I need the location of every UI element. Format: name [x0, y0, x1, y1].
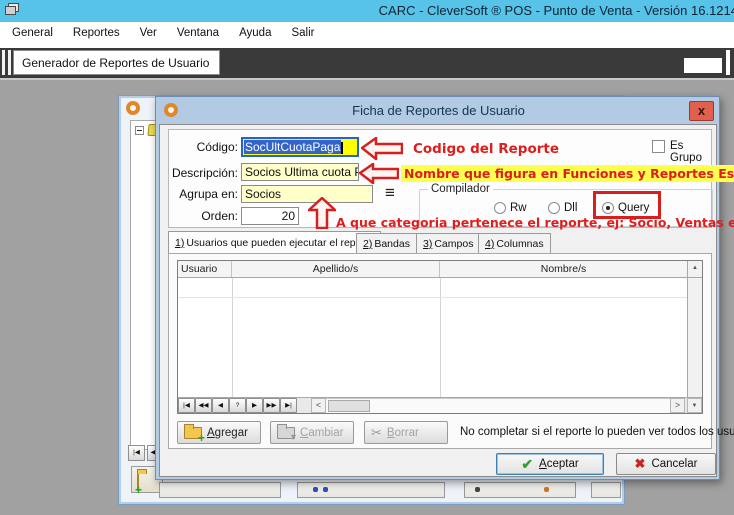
tree-collapse-icon[interactable]: [135, 126, 144, 135]
grid-footer: |◀ ◀◀ ◀ ? ▶ ▶▶ ▶| < > ▼: [178, 397, 702, 413]
scissors-icon: ✂: [371, 425, 382, 441]
descripcion-input[interactable]: Socios Ultima cuota Paga: [241, 163, 359, 181]
screen: CARC - CleverSoft ® POS - Punto de Venta…: [0, 0, 734, 515]
horizontal-scrollbar[interactable]: [326, 398, 670, 413]
menu-salir[interactable]: Salir: [281, 24, 324, 42]
nav-next-page-button[interactable]: ▶▶: [263, 398, 280, 413]
tabstrip-grip: [2, 50, 5, 75]
nav-prev-page-button[interactable]: ◀◀: [195, 398, 212, 413]
bg-icon-fragment: [313, 487, 318, 492]
bg-button-partial[interactable]: [591, 482, 621, 498]
scroll-left-icon[interactable]: <: [311, 398, 326, 413]
agrupa-label: Agrupa en:: [162, 187, 238, 201]
tab-content-panel: Usuario Apellido/s Nombre/s ▲ |◀ ◀◀: [168, 253, 712, 449]
tabstrip-grip: [8, 50, 11, 75]
menubar: General Reportes Ver Ventana Ayuda Salir: [0, 22, 734, 44]
scroll-down-icon[interactable]: ▼: [687, 398, 702, 413]
tabstrip-end-bar: [726, 50, 730, 75]
note-text: No completar si el reporte lo pueden ver…: [460, 426, 734, 438]
dialog-body: Código: SocUltCuotaPaga Descripción: Soc…: [159, 124, 717, 477]
nav-prev-button[interactable]: ◀: [212, 398, 229, 413]
bg-icon-fragment: [323, 487, 328, 492]
window-title: CARC - CleverSoft ® POS - Punto de Venta…: [379, 3, 734, 18]
scroll-right-icon[interactable]: >: [670, 398, 685, 413]
bg-icon-fragment: [475, 487, 480, 492]
orden-input[interactable]: 20: [241, 207, 299, 225]
column-divider: [440, 278, 441, 397]
codigo-label: Código:: [162, 140, 238, 154]
borrar-button[interactable]: ✂ Borrar: [364, 421, 448, 444]
menu-reportes[interactable]: Reportes: [63, 24, 130, 42]
grid-body-empty: [178, 278, 702, 397]
scrollbar-thumb[interactable]: [328, 400, 370, 412]
annotation-arrow-up-icon: [308, 197, 336, 229]
users-grid: Usuario Apellido/s Nombre/s ▲ |◀ ◀◀: [177, 260, 703, 414]
bg-button-partial[interactable]: [159, 482, 281, 498]
cambiar-button[interactable]: ▾ Cambiar: [270, 421, 354, 444]
es-grupo-label: Es Grupo: [670, 140, 716, 164]
column-divider: [232, 278, 233, 397]
row-divider: [178, 297, 687, 298]
mdi-tabstrip: Generador de Reportes de Usuario: [0, 48, 734, 78]
menu-ventana[interactable]: Ventana: [167, 24, 229, 42]
folder-plus-icon: +: [184, 427, 202, 439]
compilador-label: Compilador: [428, 183, 493, 195]
bg-button-partial[interactable]: [464, 482, 576, 498]
es-grupo-checkbox[interactable]: [652, 140, 665, 153]
nav-first-button[interactable]: |◀: [128, 445, 145, 461]
nav-next-button[interactable]: ▶: [246, 398, 263, 413]
column-header-nombre[interactable]: Nombre/s: [440, 261, 687, 277]
tab-bandas[interactable]: 2)Bandas: [356, 233, 417, 253]
selected-text: SocUltCuotaPaga: [244, 140, 341, 154]
text-caret: [341, 142, 343, 154]
annotation-agrupa: A que categoria pertenece el reporte, ej…: [336, 215, 734, 230]
nav-search-button[interactable]: ?: [229, 398, 246, 413]
descripcion-label: Descripción:: [162, 166, 238, 180]
nav-first-button[interactable]: |◀: [178, 398, 195, 413]
agregar-button[interactable]: + Agregar: [177, 421, 261, 444]
dialog-title: Ficha de Reportes de Usuario: [156, 103, 721, 118]
cancelar-button[interactable]: ✖ Cancelar: [616, 453, 716, 475]
folder-arrow-icon: ▾: [277, 427, 295, 439]
folder-plus-icon: +: [137, 472, 139, 491]
annotation-arrow-left-icon: [361, 137, 403, 160]
codigo-input[interactable]: SocUltCuotaPaga: [241, 137, 359, 157]
nav-last-button[interactable]: ▶|: [280, 398, 297, 413]
grid-header: Usuario Apellido/s Nombre/s ▲: [178, 261, 702, 278]
radio-circle: [494, 202, 506, 214]
annotation-arrow-left-icon: [359, 163, 399, 184]
vertical-scrollbar[interactable]: [687, 278, 702, 397]
menu-ayuda[interactable]: Ayuda: [229, 24, 281, 42]
scroll-up-icon[interactable]: ▲: [687, 261, 702, 277]
radio-circle: [548, 202, 560, 214]
cross-icon: ✖: [635, 456, 646, 472]
tab-columnas[interactable]: 4)Columnas: [478, 233, 551, 253]
radio-rw[interactable]: Rw: [494, 202, 527, 214]
tab-campos[interactable]: 3)Campos: [416, 233, 480, 253]
close-icon[interactable]: x: [689, 101, 714, 121]
main-titlebar: CARC - CleverSoft ® POS - Punto de Venta…: [0, 0, 734, 22]
aceptar-button[interactable]: ✔ Aceptar: [496, 453, 604, 475]
hamburger-icon[interactable]: ≡: [380, 185, 400, 203]
bg-button-partial[interactable]: [297, 482, 445, 498]
radio-dll[interactable]: Dll: [548, 202, 577, 214]
menu-general[interactable]: General: [2, 24, 63, 42]
annotation-codigo: Codigo del Reporte: [413, 141, 559, 157]
tabstrip-end-box: [684, 58, 722, 73]
agrupa-input[interactable]: Socios: [241, 185, 373, 203]
orden-label: Orden:: [162, 209, 238, 223]
column-header-apellido[interactable]: Apellido/s: [232, 261, 440, 277]
mdi-tab-generador[interactable]: Generador de Reportes de Usuario: [13, 50, 220, 75]
dialog-ficha-reportes: Ficha de Reportes de Usuario x Código: S…: [155, 96, 720, 480]
column-header-usuario[interactable]: Usuario: [178, 261, 232, 277]
menu-ver[interactable]: Ver: [130, 24, 167, 42]
footer-gap: [297, 398, 311, 413]
annotation-descripcion: Nombre que figura en Funciones y Reporte…: [401, 165, 734, 182]
tab-usuarios[interactable]: 1)Usuarios que pueden ejecutar el report…: [168, 231, 381, 253]
bg-icon-fragment: [544, 487, 549, 492]
app-logo-icon: [126, 101, 140, 115]
check-icon: ✔: [521, 456, 533, 473]
cascade-windows-icon: [5, 3, 20, 16]
divider: [0, 78, 734, 80]
